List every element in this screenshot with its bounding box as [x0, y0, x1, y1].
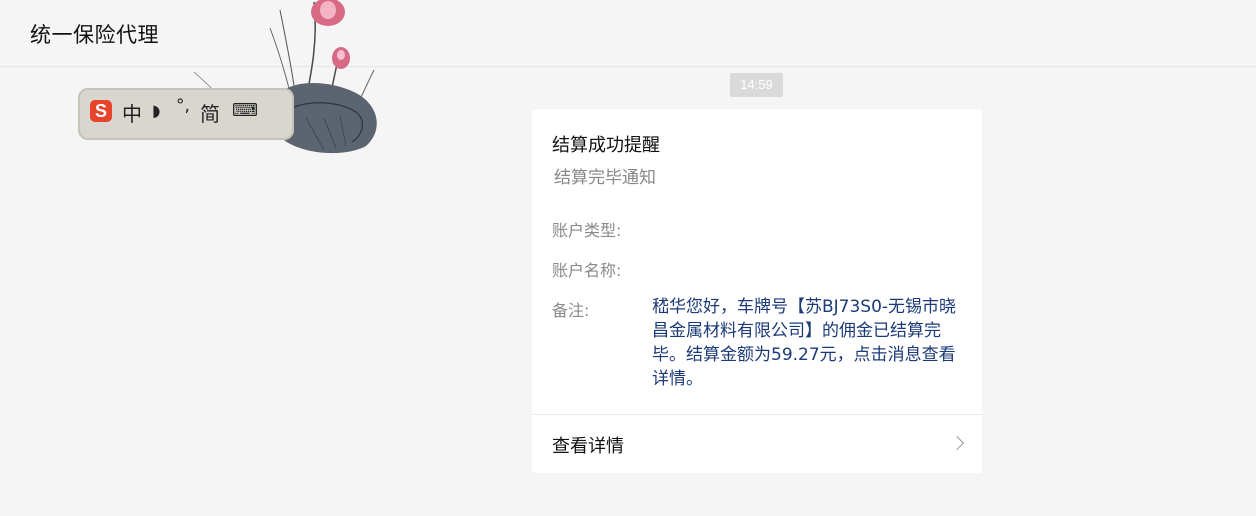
- account-name-label: 账户名称:: [552, 261, 622, 280]
- card-title: 结算成功提醒: [552, 135, 660, 156]
- moon-icon[interactable]: ◗: [152, 101, 160, 120]
- ime-mode-toggle[interactable]: 中: [122, 98, 142, 127]
- remark-label: 备注:: [552, 301, 590, 320]
- view-details-label: 查看详情: [552, 436, 624, 457]
- remark-value: 嵇华您好，车牌号【苏BJ73S0-无锡市晓昌金属材料有限公司】的佣金已结算完毕。…: [652, 297, 957, 389]
- sogou-logo-icon[interactable]: S: [90, 100, 112, 122]
- view-details-link[interactable]: 查看详情: [532, 415, 982, 473]
- card-subtitle: 结算完毕通知: [554, 168, 656, 188]
- ime-punctuation-toggle[interactable]: °,: [176, 96, 190, 116]
- keyboard-icon[interactable]: ⌨: [232, 100, 258, 121]
- account-type-label: 账户类型:: [552, 221, 622, 240]
- ime-toolbar[interactable]: S 中 ◗ °, 简 ⌨: [74, 0, 386, 160]
- ime-script-toggle[interactable]: 简: [200, 98, 220, 127]
- message-timestamp: 14:59: [730, 73, 783, 97]
- settlement-notification-card[interactable]: 结算成功提醒 结算完毕通知 账户类型: 账户名称: 备注: 嵇华您好，车牌号【苏…: [532, 109, 982, 473]
- chevron-right-icon: [949, 435, 965, 451]
